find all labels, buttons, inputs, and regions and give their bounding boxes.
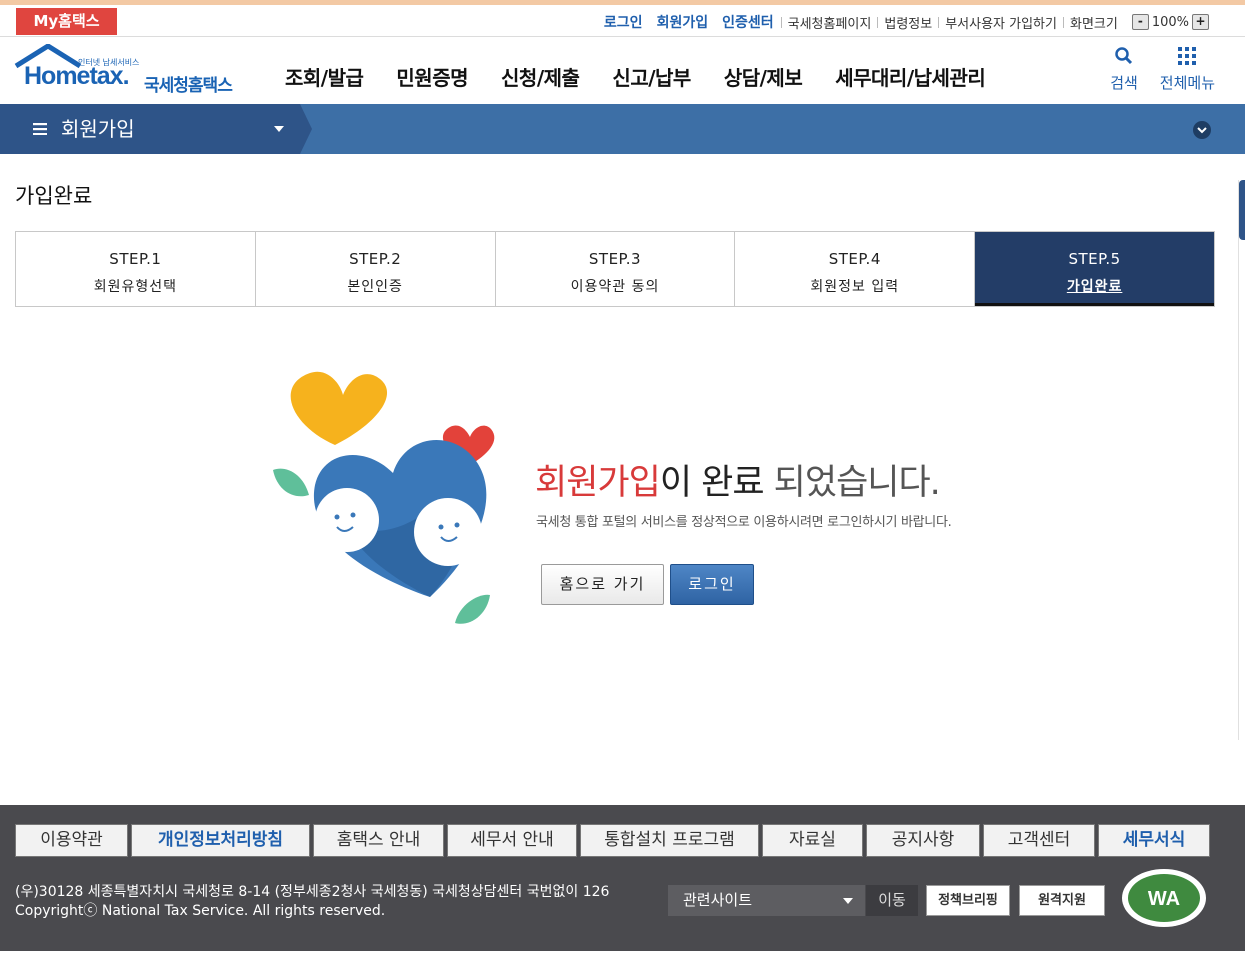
grid-icon	[1178, 47, 1197, 65]
search-icon	[1115, 47, 1133, 65]
caret-down-icon	[274, 126, 284, 132]
footer-notice-link[interactable]: 공지사항	[866, 824, 980, 857]
footer-customer-center-link[interactable]: 고객센터	[983, 824, 1095, 857]
completion-message-highlight: 회원가입	[535, 463, 661, 503]
go-button[interactable]: 이동	[866, 885, 918, 916]
side-quick-panel	[1238, 180, 1245, 740]
footer-tax-forms-link[interactable]: 세무서식	[1098, 824, 1210, 857]
nav-item-filing[interactable]: 신고/납부	[612, 62, 691, 91]
policy-briefing-button[interactable]: 정책브리핑	[926, 885, 1010, 916]
hamburger-icon	[33, 123, 47, 135]
section-bar: 회원가입	[0, 104, 1245, 154]
zoom-value: 100%	[1151, 14, 1189, 30]
nav-item-certificates[interactable]: 민원증명	[396, 62, 468, 91]
footer: 이용약관 개인정보처리방침 홈택스 안내 세무서 안내 통합설치 프로그램 자료…	[0, 805, 1245, 951]
screen-size-label: 화면크기	[1069, 16, 1118, 32]
step-5-active: STEP.5 가입완료	[975, 232, 1214, 306]
chevron-down-icon	[1197, 127, 1207, 134]
footer-address: (우)30128 세종특별자치시 국세청로 8-14 (정부세종2청사 국세청동…	[15, 883, 609, 921]
step-name: 본인인증	[347, 279, 403, 295]
completion-description: 국세청 통합 포털의 서비스를 정상적으로 이용하시려면 로그인하시기 바랍니다…	[536, 515, 952, 530]
footer-library-link[interactable]: 자료실	[762, 824, 863, 857]
hometax-logo[interactable]: 인터넷 납세서비스 Hometax. 국세청홈택스	[14, 44, 244, 100]
completion-message-mid: 이 완료	[659, 463, 774, 503]
caret-down-icon	[843, 898, 853, 904]
step-3: STEP.3 이용약관 동의	[495, 232, 736, 306]
remote-support-button[interactable]: 원격지원	[1019, 885, 1105, 916]
main-nav: 조회/발급 민원증명 신청/제출 신고/납부 상담/제보 세무대리/납세관리	[285, 62, 1018, 91]
nav-item-agent[interactable]: 세무대리/납세관리	[835, 62, 986, 91]
step-4: STEP.4 회원정보 입력	[735, 232, 976, 306]
my-hometax-button[interactable]: My홈택스	[16, 8, 117, 35]
step-name: 가입완료	[1066, 279, 1123, 295]
page-title: 가입완료	[15, 184, 93, 208]
related-sites-value: 관련사이트	[683, 891, 753, 909]
all-menu-button[interactable]: 전체메뉴	[1160, 46, 1215, 93]
zoom-control: - 100% +	[1131, 14, 1209, 30]
step-1: STEP.1 회원유형선택	[16, 232, 256, 306]
expand-button[interactable]	[1193, 121, 1211, 139]
step-number: STEP.5	[1068, 250, 1121, 268]
header-tools: 검색 전체메뉴	[1110, 46, 1215, 93]
footer-privacy-link[interactable]: 개인정보처리방침	[131, 824, 310, 857]
all-menu-label: 전체메뉴	[1159, 74, 1215, 92]
nav-item-consult[interactable]: 상담/제보	[724, 62, 803, 91]
logo-subtitle: 국세청홈택스	[144, 76, 233, 96]
section-title[interactable]: 회원가입	[33, 104, 135, 154]
zoom-in-button[interactable]: +	[1192, 14, 1209, 30]
footer-tax-office-link[interactable]: 세무서 안내	[447, 824, 577, 857]
go-home-button[interactable]: 홈으로 가기	[541, 564, 664, 605]
address-text: (우)30128 세종특별자치시 국세청로 8-14 (정부세종2청사 국세청동…	[15, 884, 610, 900]
footer-terms-link[interactable]: 이용약관	[15, 824, 128, 857]
utility-links: 로그인 회원가입 인증센터 국세청홈페이지 법령정보 부서사용자 가입하기 화면…	[597, 12, 1209, 32]
heart-illustration-icon	[273, 371, 495, 624]
step-number: STEP.1	[109, 250, 162, 268]
nav-item-inquiry[interactable]: 조회/발급	[285, 62, 364, 91]
login-link[interactable]: 로그인	[597, 12, 650, 32]
law-info-link[interactable]: 법령정보	[878, 13, 938, 32]
completion-message: 회원가입이 완료 되었습니다.	[535, 454, 941, 505]
login-button[interactable]: 로그인	[670, 564, 754, 605]
dept-user-signup-link[interactable]: 부서사용자 가입하기	[939, 13, 1063, 32]
wa-badge-text: WA	[1148, 888, 1180, 910]
search-button[interactable]: 검색	[1110, 46, 1138, 93]
remote-support-label: 원격지원	[1038, 893, 1086, 908]
step-indicator: STEP.1 회원유형선택 STEP.2 본인인증 STEP.3 이용약관 동의…	[15, 231, 1215, 307]
footer-install-link[interactable]: 통합설치 프로그램	[580, 824, 759, 857]
step-number: STEP.3	[588, 250, 642, 268]
zoom-out-button[interactable]: -	[1131, 14, 1149, 30]
nts-homepage-link[interactable]: 국세청홈페이지	[782, 13, 878, 32]
step-name: 회원정보 입력	[810, 279, 900, 295]
bottom-strip	[0, 951, 1245, 966]
footer-links: 이용약관 개인정보처리방침 홈택스 안내 세무서 안내 통합설치 프로그램 자료…	[15, 824, 1210, 857]
search-label: 검색	[1110, 74, 1138, 92]
step-number: STEP.2	[349, 250, 402, 268]
step-name: 이용약관 동의	[570, 279, 660, 295]
signup-link[interactable]: 회원가입	[650, 12, 716, 32]
step-2: STEP.2 본인인증	[255, 232, 496, 306]
footer-hometax-guide-link[interactable]: 홈택스 안내	[313, 824, 444, 857]
web-accessibility-badge-icon: WA	[1122, 869, 1206, 927]
step-number: STEP.4	[828, 250, 881, 268]
related-sites-select[interactable]: 관련사이트	[668, 885, 865, 916]
step-name: 회원유형선택	[93, 279, 178, 295]
completion-message-end: 되었습니다.	[773, 463, 941, 503]
nav-item-application[interactable]: 신청/제출	[501, 62, 580, 91]
utility-bar: My홈택스 로그인 회원가입 인증센터 국세청홈페이지 법령정보 부서사용자 가…	[0, 5, 1245, 37]
section-title-text: 회원가입	[61, 117, 135, 141]
copyright-text: Copyrightⓒ National Tax Service. All rig…	[15, 903, 386, 919]
cert-center-link[interactable]: 인증센터	[715, 12, 781, 32]
logo-wordmark: Hometax.	[24, 62, 130, 90]
breadcrumb-arrow-icon	[298, 104, 312, 154]
quick-panel-tab[interactable]	[1239, 180, 1245, 240]
header: 인터넷 납세서비스 Hometax. 국세청홈택스 조회/발급 민원증명 신청/…	[0, 38, 1245, 104]
